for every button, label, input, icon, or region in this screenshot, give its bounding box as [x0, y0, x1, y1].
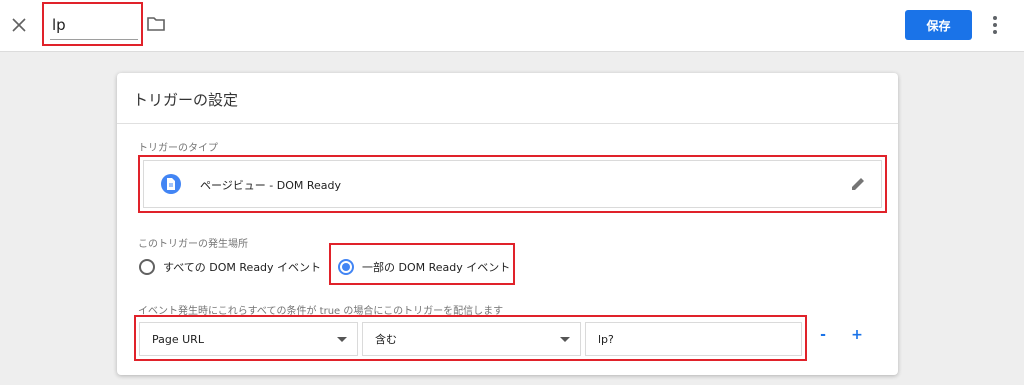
radio-button-selected[interactable] [338, 259, 354, 275]
card-title: トリガーの設定 [133, 91, 239, 109]
top-bar: 保存 [0, 0, 1024, 52]
close-icon [12, 18, 26, 32]
variable-value: Page URL [152, 332, 204, 346]
trigger-type-name: ページビュー - DOM Ready [200, 179, 342, 192]
variable-select[interactable]: Page URL [139, 322, 358, 356]
operator-select[interactable]: 含む [362, 322, 581, 356]
trigger-config-card: トリガーの設定 トリガーのタイプ ページビュー - DOM Ready このトリ… [117, 73, 898, 375]
folder-button[interactable] [146, 14, 168, 36]
fires-on-label: このトリガーの発生場所 [138, 239, 248, 250]
remove-condition-button[interactable]: - [815, 325, 831, 345]
more-vert-icon[interactable] [986, 14, 1004, 36]
value-field[interactable] [585, 322, 802, 356]
close-button[interactable] [8, 14, 30, 36]
page-icon [161, 174, 181, 194]
folder-icon [147, 17, 165, 31]
radio-some-label: 一部の DOM Ready イベント [362, 261, 511, 274]
add-condition-button[interactable]: + [849, 325, 865, 345]
name-field-highlight [42, 2, 143, 46]
pencil-icon[interactable] [849, 175, 867, 193]
trigger-type-highlight: ページビュー - DOM Ready [138, 155, 887, 213]
conditions-highlight: Page URL 含む [134, 315, 807, 361]
condition-value-input[interactable] [598, 332, 788, 346]
radio-some-events[interactable]: 一部の DOM Ready イベント [338, 259, 510, 275]
trigger-type-label: トリガーのタイプ [138, 143, 218, 154]
trigger-name-input[interactable] [50, 10, 138, 40]
trigger-type-selector[interactable]: ページビュー - DOM Ready [143, 160, 882, 208]
radio-all-events[interactable]: すべての DOM Ready イベント [139, 259, 321, 275]
radio-all-label: すべての DOM Ready イベント [163, 261, 322, 274]
chevron-down-icon [337, 337, 347, 342]
chevron-down-icon [560, 337, 570, 342]
divider [117, 123, 898, 124]
radio-button[interactable] [139, 259, 155, 275]
operator-value: 含む [375, 333, 397, 346]
save-button[interactable]: 保存 [905, 10, 972, 40]
